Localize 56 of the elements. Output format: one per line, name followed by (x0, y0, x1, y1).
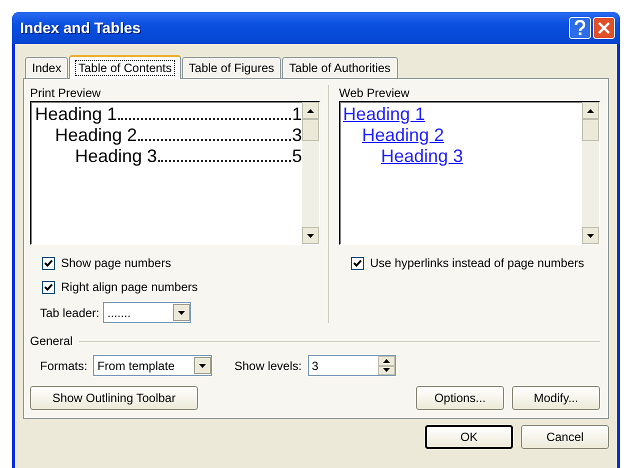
page-number: 5 (292, 146, 302, 167)
close-icon (598, 22, 610, 34)
heading-link[interactable]: Heading 3 (381, 146, 464, 166)
checkbox[interactable] (351, 256, 364, 270)
dialog-button[interactable]: Options... (416, 386, 504, 410)
heading-entry: Heading 1 (35, 104, 118, 125)
tab[interactable]: Index (25, 57, 68, 78)
scroll-down-button[interactable] (582, 227, 599, 244)
section-label: General (30, 333, 73, 349)
up-arrow-icon (382, 358, 390, 363)
scroll-down-button[interactable] (302, 227, 319, 244)
show-levels-spinner[interactable]: 3 (308, 355, 396, 376)
up-arrow-icon (307, 108, 314, 112)
dialog-button[interactable]: Modify... (512, 386, 600, 410)
dropdown-arrow-icon (199, 364, 206, 368)
tab-leader-dropdown[interactable]: ....... (103, 302, 192, 323)
dialog-button[interactable]: Cancel (521, 425, 609, 449)
down-arrow-icon (307, 234, 314, 238)
scrollbar[interactable] (302, 102, 319, 244)
page-number: 3 (292, 125, 302, 146)
tab[interactable]: Table of Authorities (282, 57, 398, 78)
show-levels-label: Show levels: (234, 358, 302, 372)
heading-link[interactable]: Heading 2 (362, 125, 444, 145)
down-arrow-icon (587, 234, 594, 238)
preview-label: Web Preview (339, 85, 410, 101)
preview-label: Print Preview (30, 85, 102, 101)
close-button[interactable] (593, 17, 615, 39)
page-number: 1 (292, 104, 302, 125)
heading-link[interactable]: Heading 1 (343, 104, 426, 124)
tab[interactable]: Table of Figures (182, 57, 282, 78)
checkbox-label[interactable]: Use hyperlinks instead of page numbers (370, 256, 584, 270)
window-title: Index and Tables (20, 20, 141, 36)
formats-label: Formats: (40, 358, 88, 372)
checkbox-label[interactable]: Right align page numbers (61, 280, 198, 294)
scroll-up-button[interactable] (582, 102, 599, 119)
help-button[interactable] (569, 17, 591, 39)
down-arrow-icon (382, 368, 390, 372)
dropdown-arrow-icon (178, 310, 186, 314)
scrollbar[interactable] (582, 102, 599, 244)
checkbox[interactable] (42, 280, 55, 294)
heading-entry: Heading 3 (75, 146, 158, 167)
checkbox[interactable] (42, 256, 55, 270)
scroll-up-button[interactable] (302, 102, 319, 119)
heading-entry: Heading 2 (55, 125, 138, 146)
dialog-button[interactable]: Show Outlining Toolbar (30, 386, 198, 410)
checkbox-label[interactable]: Show page numbers (61, 256, 172, 270)
help-icon (574, 20, 586, 36)
tab-leader-label: Tab leader: (40, 306, 100, 320)
scroll-thumb[interactable] (302, 119, 319, 141)
up-arrow-icon (587, 108, 594, 112)
scroll-thumb[interactable] (582, 119, 599, 141)
formats-dropdown[interactable]: From template (93, 355, 212, 376)
spin-down-button[interactable] (378, 366, 395, 375)
dialog-button[interactable]: OK (425, 425, 513, 449)
tab[interactable]: Table of Contents (69, 55, 181, 79)
spin-up-button[interactable] (378, 356, 395, 366)
